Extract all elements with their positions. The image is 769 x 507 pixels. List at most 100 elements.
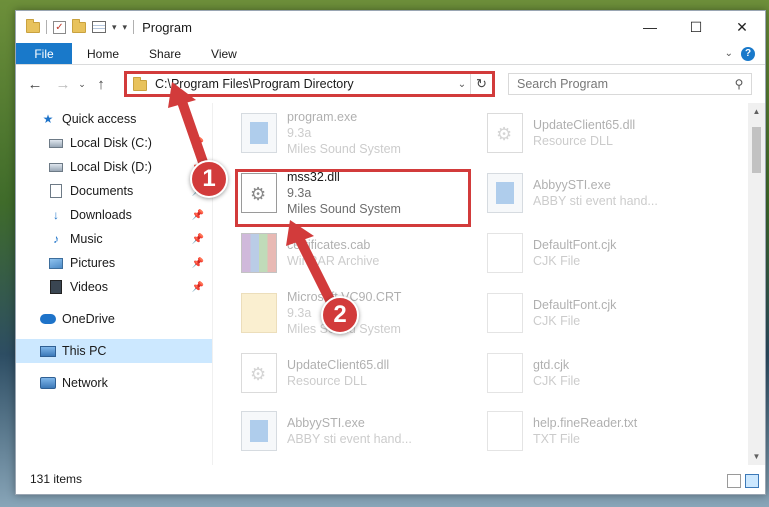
new-folder-icon[interactable] [72,18,86,33]
sidebar-item-label: Pictures [70,256,116,270]
checkmark-icon[interactable]: ✓ [53,20,66,34]
file-name: help.fineReader.txt [533,416,638,430]
sidebar-item-videos[interactable]: Videos 📌 [16,275,212,299]
file-detail: ABBY sti event hand... [533,194,658,208]
list-item[interactable]: UpdateClient65.dll Resource DLL [481,105,721,161]
file-detail: ABBY sti event hand... [287,432,412,446]
pin-icon[interactable]: 📌 [192,282,204,293]
up-button[interactable]: ↑ [90,76,112,93]
file-detail: WinRAR Archive [287,254,380,268]
sidebar-item-local-disk-d[interactable]: Local Disk (D:) 📌 [16,155,212,179]
refresh-button[interactable]: ↻ [470,74,492,94]
sidebar-item-downloads[interactable]: ↓ Downloads 📌 [16,203,212,227]
vertical-scrollbar[interactable]: ▲ ▼ [748,103,765,465]
sidebar-item-label: Documents [70,184,134,198]
videos-icon-wrap [48,280,64,294]
list-item[interactable]: DefaultFont.cjk CJK File [481,285,721,341]
sidebar-item-label: Local Disk (D:) [70,160,152,174]
ribbon-tabs: File Home Share View ⌄ ? [16,43,765,65]
minimize-button[interactable]: — [627,11,673,43]
scrollbar-thumb[interactable] [752,127,761,173]
pin-icon[interactable]: 📌 [192,258,204,269]
scroll-down-icon[interactable]: ▼ [748,452,765,461]
file-detail: CJK File [533,374,581,388]
list-item[interactable]: AbbyySTI.exe ABBY sti event hand... [481,165,721,221]
file-detail: 9.3a [287,126,312,140]
properties-icon[interactable] [92,21,106,33]
file-name: AbbyySTI.exe [533,178,611,192]
folder-icon [241,293,277,333]
expand-ribbon-icon[interactable]: ⌄ [725,48,733,59]
back-button[interactable]: ← [24,76,46,93]
ribbon-right: ⌄ ? [725,43,765,64]
file-text: DefaultFont.cjk CJK File [533,297,616,329]
tab-view[interactable]: View [196,43,252,64]
sidebar-item-pictures[interactable]: Pictures 📌 [16,251,212,275]
file-detail: Resource DLL [287,374,367,388]
tab-share[interactable]: Share [134,43,196,64]
details-view-icon[interactable] [727,474,741,488]
list-item[interactable]: help.fineReader.txt TXT File [481,403,721,459]
close-button[interactable]: ✕ [719,11,765,43]
tab-home[interactable]: Home [72,43,134,64]
list-item[interactable]: DefaultFont.cjk CJK File [481,225,721,281]
documents-icon-wrap [48,184,64,198]
file-name: DefaultFont.cjk [533,298,617,312]
pictures-icon-wrap [48,256,64,270]
title-bar: ✓ ▾ ▾ Program — ☐ ✕ [16,11,765,43]
main-body: ★ Quick access Local Disk (C:) 📌 Local D… [16,103,765,465]
search-input[interactable] [517,77,727,91]
folder-icon [133,77,147,91]
help-icon[interactable]: ? [741,46,755,61]
search-icon[interactable]: ⚲ [727,77,751,91]
file-text: AbbyySTI.exe ABBY sti event hand... [533,177,658,209]
archive-icon [241,233,277,273]
dll-icon [241,353,277,393]
quick-access-toolbar: ✓ ▾ ▾ [16,18,135,34]
sidebar-item-quick-access[interactable]: ★ Quick access [16,107,212,131]
music-icon: ♪ [53,232,59,246]
forward-button[interactable]: → [52,76,74,93]
file-text: certificates.cab WinRAR Archive [287,237,379,269]
file-name: gtd.cjk [533,358,570,372]
list-item[interactable]: AbbyySTI.exe ABBY sti event hand... [235,403,475,459]
list-item[interactable]: program.exe 9.3a Miles Sound System [235,105,475,161]
sidebar-item-documents[interactable]: Documents 📌 [16,179,212,203]
file-name: UpdateClient65.dll [533,118,636,132]
chevron-down-icon[interactable]: ⌄ [454,79,470,90]
pin-icon[interactable]: 📌 [192,138,204,149]
star-icon: ★ [42,112,54,126]
sidebar-item-onedrive[interactable]: OneDrive [16,307,212,331]
chevron-down-icon[interactable]: ▾ [112,22,117,33]
address-path[interactable]: C:\Program Files\Program Directory [155,77,454,91]
file-detail: Resource DLL [533,134,613,148]
tab-file[interactable]: File [16,43,72,64]
customize-toolbar-icon[interactable]: ▾ [123,22,128,33]
list-item[interactable]: UpdateClient65.dll Resource DLL [235,345,475,401]
sidebar-item-network[interactable]: Network [16,371,212,395]
file-name: certificates.cab [287,238,371,252]
tiles-view-icon[interactable] [745,474,759,488]
list-item[interactable]: certificates.cab WinRAR Archive [235,225,475,281]
list-item[interactable]: gtd.cjk CJK File [481,345,721,401]
file-text: AbbyySTI.exe ABBY sti event hand... [287,415,412,447]
folder-icon [26,18,40,33]
pin-icon[interactable]: 📌 [192,210,204,221]
scroll-up-icon[interactable]: ▲ [748,107,765,116]
search-box[interactable]: ⚲ [508,73,752,95]
sidebar-item-music[interactable]: ♪ Music 📌 [16,227,212,251]
maximize-button[interactable]: ☐ [673,11,719,43]
sidebar-item-local-disk-c[interactable]: Local Disk (C:) 📌 [16,131,212,155]
file-detail: CJK File [533,314,581,328]
recent-locations-button[interactable]: ⌄ [74,79,90,90]
file-name: AbbyySTI.exe [287,416,365,430]
address-bar[interactable]: C:\Program Files\Program Directory ⌄ ↻ [124,71,495,97]
file-detail: Miles Sound System [287,142,401,156]
sidebar-item-this-pc[interactable]: This PC [16,339,212,363]
pin-icon[interactable]: 📌 [192,234,204,245]
blank-file-icon [487,353,523,393]
onedrive-icon-wrap [40,312,56,326]
